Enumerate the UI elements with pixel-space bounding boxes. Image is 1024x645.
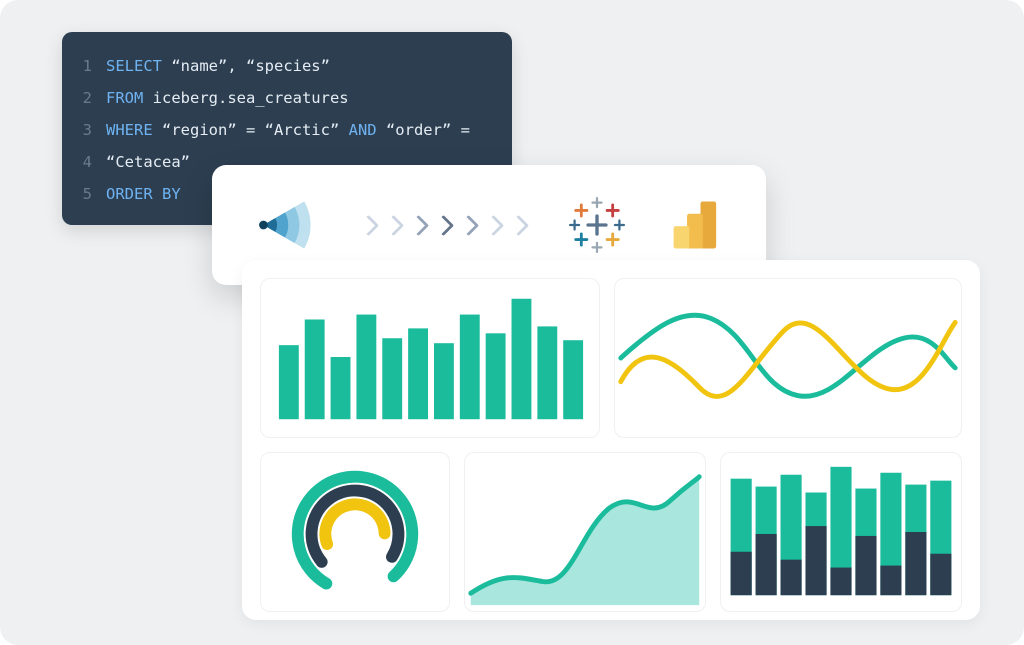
code-line: 2 FROM iceberg.sea_creatures xyxy=(80,82,492,114)
power-bi-icon xyxy=(668,197,724,253)
chevron-right-icon xyxy=(358,214,379,235)
chart-dual-wave xyxy=(614,278,962,438)
flow-chevrons xyxy=(361,218,526,233)
illustration-stage: 1 SELECT “name”, “species” 2 FROM iceber… xyxy=(0,0,1024,645)
code-line: 1 SELECT “name”, “species” xyxy=(80,50,492,82)
line-number: 2 xyxy=(80,82,92,114)
code-line: 3 WHERE “region” = “Arctic” AND “order” … xyxy=(80,114,492,146)
tableau-icon xyxy=(569,197,625,253)
chevron-right-icon xyxy=(408,214,429,235)
line-number: 5 xyxy=(80,178,92,210)
chart-stacked-bars xyxy=(720,452,962,612)
chevron-right-icon xyxy=(508,214,529,235)
chart-area xyxy=(464,452,706,612)
chevron-right-icon xyxy=(483,214,504,235)
line-number: 3 xyxy=(80,114,92,146)
chevron-right-icon xyxy=(383,214,404,235)
chevron-right-icon xyxy=(433,214,454,235)
starburst-icon xyxy=(256,194,318,256)
line-number: 4 xyxy=(80,146,92,178)
chart-donut-arcs xyxy=(260,452,450,612)
chart-bars-teal xyxy=(260,278,600,438)
chevron-right-icon xyxy=(458,214,479,235)
dashboard-panel xyxy=(242,260,980,620)
line-number: 1 xyxy=(80,50,92,82)
